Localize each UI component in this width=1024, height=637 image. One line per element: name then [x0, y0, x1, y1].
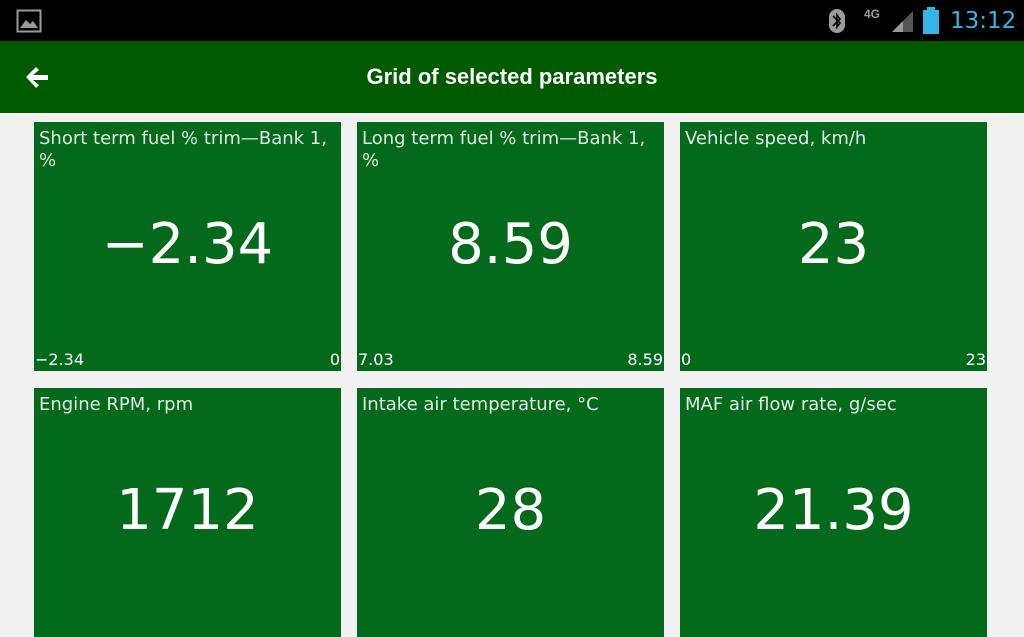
arrow-left-icon [26, 67, 48, 88]
tile-value: 1712 [116, 478, 259, 543]
battery-icon [923, 7, 939, 34]
tile-value: 21.39 [753, 478, 914, 543]
clock: 13:12 [950, 8, 1017, 34]
tile-short-term-fuel-trim[interactable]: Short term fuel % trim—Bank 1, % −2.34 −… [34, 122, 341, 371]
tile-value: −2.34 [101, 212, 274, 277]
tile-label: Vehicle speed, km/h [685, 128, 867, 149]
tile-label: Intake air temperature, °C [362, 394, 599, 415]
tile-label: Long term fuel % trim—Bank 1, % [362, 128, 646, 171]
tile-min-value: 7.03 [358, 350, 394, 369]
tile-value: 28 [474, 478, 547, 543]
tile-value: 8.59 [448, 212, 573, 277]
app-bar: Grid of selected parameters [0, 41, 1024, 113]
page-title: Grid of selected parameters [366, 64, 658, 89]
status-bar: 4G 13:12 [0, 0, 1024, 41]
bluetooth-icon [829, 9, 845, 33]
tile-label: Short term fuel % trim—Bank 1, % [39, 128, 327, 171]
tile-min-value: −2.34 [35, 350, 85, 369]
signal-icon [892, 11, 913, 32]
tile-label: Engine RPM, rpm [39, 394, 194, 415]
tile-value: 23 [797, 212, 870, 277]
tile-min-value: 0 [681, 350, 692, 369]
gallery-icon[interactable] [16, 9, 42, 33]
network-type-label: 4G [864, 7, 881, 21]
tile-label: MAF air flow rate, g/sec [685, 394, 897, 415]
tile-vehicle-speed[interactable]: Vehicle speed, km/h 23 0 23 [680, 122, 987, 371]
parameter-grid: Short term fuel % trim—Bank 1, % −2.34 −… [0, 113, 1024, 637]
tile-max-value: 8.59 [627, 350, 663, 369]
tile-long-term-fuel-trim[interactable]: Long term fuel % trim—Bank 1, % 8.59 7.0… [357, 122, 664, 371]
back-button[interactable] [16, 59, 56, 95]
tile-max-value: 23 [965, 350, 986, 369]
tile-max-value: 0 [329, 350, 340, 369]
